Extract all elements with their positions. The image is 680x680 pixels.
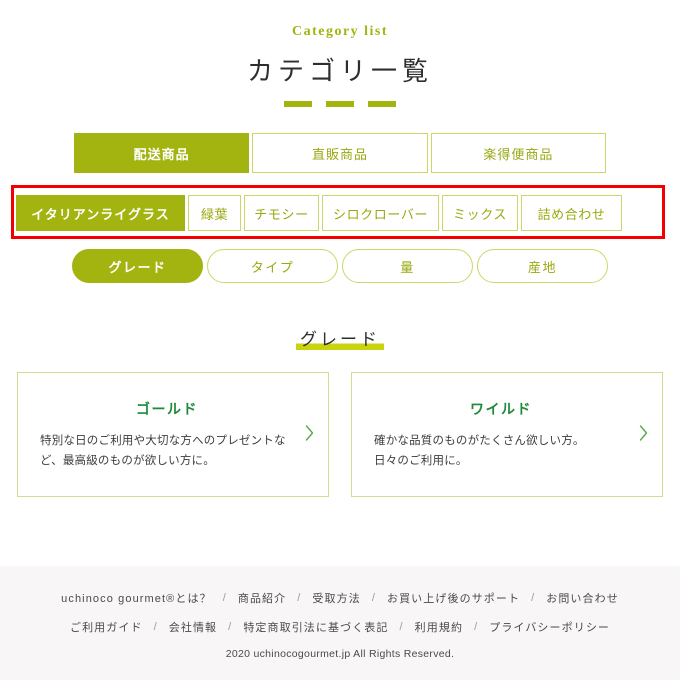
card-title: ワイルド [470, 401, 532, 417]
pill-label: グレード [108, 259, 167, 275]
filter-pill-quantity[interactable]: 量 [342, 249, 473, 283]
layout-spacer [0, 497, 680, 566]
card-description: 確かな品質のものがたくさん欲しい方。 日々のご利用に。 [374, 435, 585, 468]
subtab-ryokuyou[interactable]: 緑葉 [188, 195, 241, 231]
footer-separator: / [222, 592, 227, 604]
footer-link-company[interactable]: 会社情報 [169, 619, 217, 635]
category-card-wild[interactable]: ワイルド 確かな品質のものがたくさん欲しい方。 日々のご利用に。 [351, 372, 663, 497]
card-title: ゴールド [136, 401, 198, 417]
footer-separator: / [371, 592, 376, 604]
main-tab-group: 配送商品 直販商品 楽得便商品 [0, 133, 680, 173]
subtab-label: 緑葉 [200, 206, 229, 222]
tab-label: 楽得便商品 [483, 146, 554, 162]
page-title: カテゴリ一覧 [246, 57, 433, 86]
footer-link-row-1: uchinoco gourmet®とは？ / 商品紹介 / 受取方法 / お買い… [0, 590, 680, 606]
subtab-label: シロクローバー [332, 206, 429, 222]
footer-link-privacy[interactable]: プライバシーポリシー [489, 619, 610, 635]
subtab-label: ミックス [453, 206, 508, 222]
footer-separator: / [474, 621, 479, 633]
subtab-mix[interactable]: ミックス [442, 195, 518, 231]
tab-label: 直販商品 [311, 146, 368, 162]
subtab-section: イタリアンライグラス 緑葉 チモシー シロクローバー ミックス 詰め合わせ [0, 185, 680, 239]
tab-label: 配送商品 [133, 146, 190, 162]
dash-icon [326, 101, 354, 107]
filter-pill-origin[interactable]: 産地 [477, 249, 608, 283]
category-card-gold[interactable]: ゴールド 特別な日のご利用や大切な方へのプレゼントなど、最高級のものが欲しい方に… [17, 372, 329, 497]
pill-label: タイプ [250, 259, 295, 275]
subtab-assortment[interactable]: 詰め合わせ [521, 195, 622, 231]
filter-pill-type[interactable]: タイプ [207, 249, 338, 283]
page-footer: uchinoco gourmet®とは？ / 商品紹介 / 受取方法 / お買い… [0, 566, 680, 680]
page-eyebrow: Category list [291, 24, 389, 39]
tab-rakutokubin-shouhin[interactable]: 楽得便商品 [430, 133, 606, 173]
filter-pill-group: グレード タイプ 量 産地 [0, 249, 680, 283]
subtab-group: イタリアンライグラス 緑葉 チモシー シロクローバー ミックス 詰め合わせ [16, 195, 664, 231]
footer-link-guide[interactable]: ご利用ガイド [70, 619, 143, 635]
filter-pill-grade[interactable]: グレード [72, 249, 203, 283]
chevron-right-icon [305, 424, 314, 445]
pill-label: 量 [400, 259, 415, 275]
footer-separator: / [153, 621, 158, 633]
footer-link-row-2: ご利用ガイド / 会社情報 / 特定商取引法に基づく表記 / 利用規約 / プラ… [0, 619, 680, 635]
dash-icon [368, 101, 396, 107]
subtab-white-clover[interactable]: シロクローバー [322, 195, 439, 231]
footer-separator: / [297, 592, 302, 604]
chevron-right-icon [639, 424, 648, 445]
card-description: 特別な日のご利用や大切な方へのプレゼントなど、最高級のものが欲しい方に。 [40, 435, 286, 468]
footer-link-terms[interactable]: 利用規約 [415, 619, 463, 635]
footer-separator: / [228, 621, 233, 633]
subtab-label: チモシー [254, 206, 309, 222]
page-header: Category list カテゴリ一覧 [0, 0, 680, 107]
subtab-italian-ryegrass[interactable]: イタリアンライグラス [16, 195, 185, 231]
tab-haisou-shouhin[interactable]: 配送商品 [74, 133, 250, 173]
footer-link-about[interactable]: uchinoco gourmet®とは？ [61, 590, 212, 606]
section-heading-text: グレード [296, 330, 384, 350]
tab-chokuhan-shouhin[interactable]: 直販商品 [252, 133, 428, 173]
subtab-timothy[interactable]: チモシー [244, 195, 319, 231]
footer-link-legal[interactable]: 特定商取引法に基づく表記 [243, 619, 388, 635]
footer-separator: / [531, 592, 536, 604]
section-heading: グレード [0, 325, 680, 350]
subtab-label: イタリアンライグラス [31, 206, 170, 222]
footer-link-products[interactable]: 商品紹介 [238, 590, 286, 606]
footer-separator: / [399, 621, 404, 633]
page-root: Category list カテゴリ一覧 配送商品 直販商品 楽得便商品 イタリ… [0, 0, 680, 680]
footer-link-support[interactable]: お買い上げ後のサポート [387, 590, 520, 606]
category-card-list: ゴールド 特別な日のご利用や大切な方へのプレゼントなど、最高級のものが欲しい方に… [0, 372, 680, 497]
pill-label: 産地 [527, 259, 557, 275]
dash-icon [284, 101, 312, 107]
footer-link-delivery[interactable]: 受取方法 [312, 590, 360, 606]
footer-copyright: 2020 uchinocogourmet.jp All Rights Reser… [225, 648, 455, 660]
subtab-label: 詰め合わせ [537, 206, 606, 222]
title-dash-decoration [0, 101, 680, 107]
footer-link-contact[interactable]: お問い合わせ [546, 590, 619, 606]
